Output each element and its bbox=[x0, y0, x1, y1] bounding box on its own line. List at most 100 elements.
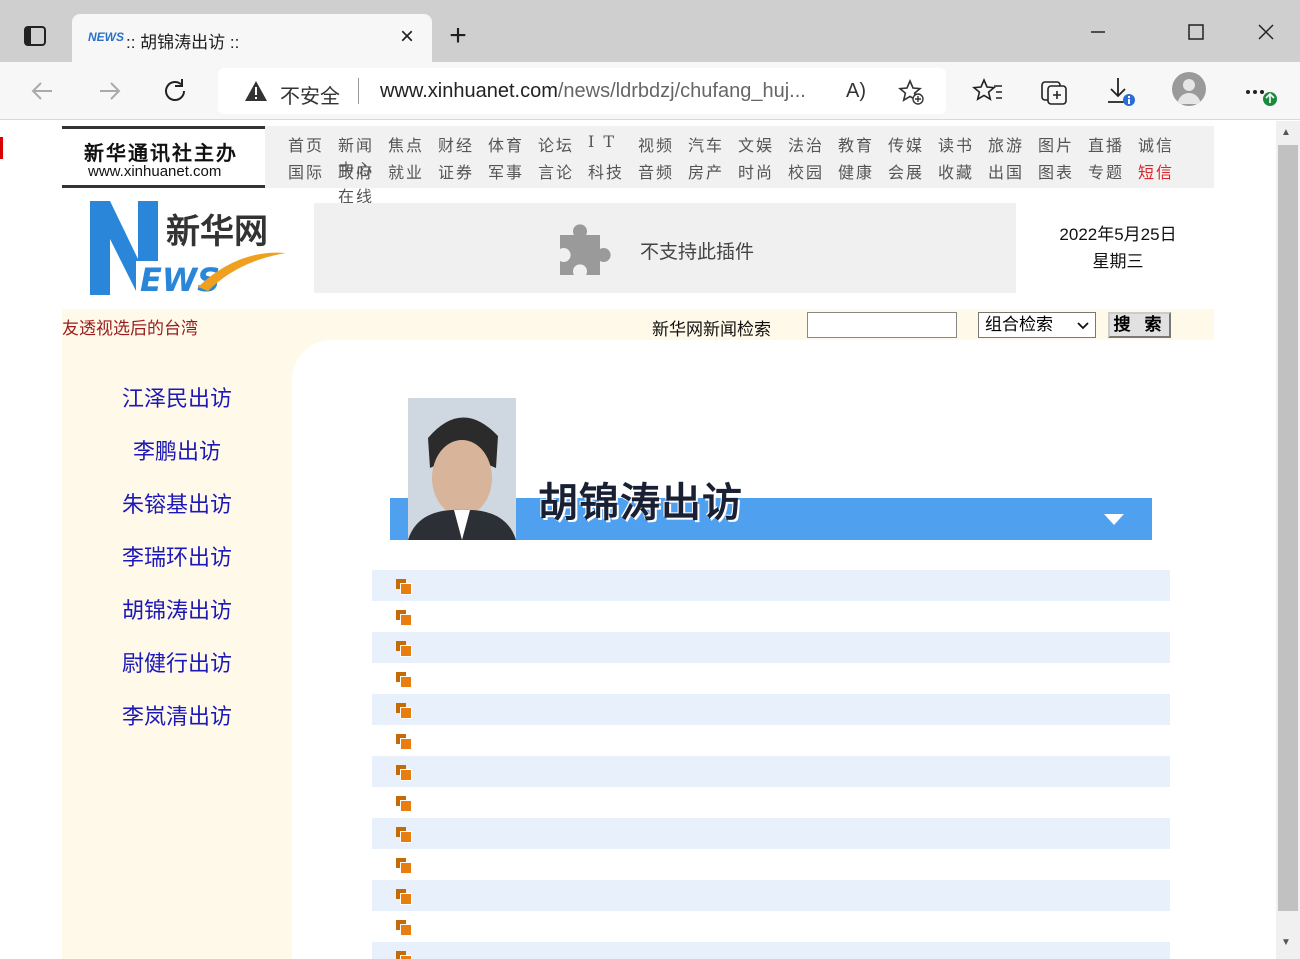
list-item[interactable] bbox=[372, 942, 1170, 959]
channel-link[interactable]: 教育 bbox=[838, 132, 888, 159]
list-item[interactable] bbox=[372, 663, 1170, 694]
list-item[interactable] bbox=[372, 601, 1170, 632]
date-text: 2022年5月25日 bbox=[1059, 225, 1177, 244]
site-header: 新华通讯社主办 www.xinhuanet.com 首页 新闻中心 焦点 财经 体育 论坛… bbox=[62, 126, 1214, 206]
channel-link[interactable]: 会展 bbox=[888, 159, 938, 186]
forward-button[interactable] bbox=[92, 74, 126, 108]
sidebar-link[interactable]: 胡锦涛出访 bbox=[62, 593, 292, 625]
channel-link[interactable]: 房产 bbox=[688, 159, 738, 186]
read-aloud-icon[interactable]: A) bbox=[846, 80, 866, 103]
list-item[interactable] bbox=[372, 849, 1170, 880]
channel-link[interactable]: 校园 bbox=[788, 159, 838, 186]
sidebar-link[interactable]: 李鹏出访 bbox=[62, 434, 292, 466]
list-item[interactable] bbox=[372, 756, 1170, 787]
sidebar-link[interactable]: 尉健行出访 bbox=[62, 646, 292, 678]
sidebar: 江泽民出访李鹏出访朱镕基出访李瑞环出访胡锦涛出访尉健行出访李岚清出访 bbox=[62, 340, 292, 959]
channel-link[interactable]: 读书 bbox=[938, 132, 988, 159]
list-item[interactable] bbox=[372, 632, 1170, 663]
search-button[interactable]: 搜 索 bbox=[1108, 312, 1171, 338]
add-favorite-icon[interactable] bbox=[898, 79, 924, 105]
channel-link[interactable]: 视频 bbox=[638, 132, 688, 159]
channel-nav-row-2: 国际 政府在线 就业 证券 军事 言论 科技 音频 房产 时尚 校园 健康 会展 收藏 出国 图表 专题 短信 bbox=[288, 159, 1188, 206]
channel-link[interactable]: 首页 bbox=[288, 132, 338, 159]
new-tab-button[interactable]: + bbox=[442, 20, 474, 52]
favorites-icon[interactable] bbox=[972, 74, 1004, 108]
collections-icon[interactable] bbox=[1038, 74, 1070, 108]
address-bar[interactable]: 不安全 www.xinhuanet.com/news/ldrbdzj/chufa… bbox=[218, 68, 946, 114]
channel-link[interactable]: 论坛 bbox=[538, 132, 588, 159]
channel-link[interactable]: I T bbox=[588, 132, 638, 159]
channel-link[interactable]: 军事 bbox=[488, 159, 538, 186]
channel-link[interactable]: 财经 bbox=[438, 132, 488, 159]
list-item[interactable] bbox=[372, 818, 1170, 849]
sidebar-link[interactable]: 朱镕基出访 bbox=[62, 487, 292, 519]
vertical-scrollbar[interactable]: ▲ ▼ bbox=[1276, 121, 1300, 959]
channel-link[interactable]: 短信 bbox=[1138, 159, 1188, 186]
channel-link[interactable]: 诚信 bbox=[1138, 132, 1188, 159]
channel-link[interactable]: 图片 bbox=[1038, 132, 1088, 159]
list-item[interactable] bbox=[372, 725, 1170, 756]
scroll-up-icon[interactable]: ▲ bbox=[1281, 127, 1291, 138]
article-list bbox=[372, 570, 1170, 959]
weekday-text: 星期三 bbox=[1092, 252, 1144, 271]
sidebar-link[interactable]: 李岚清出访 bbox=[62, 699, 292, 731]
channel-link[interactable]: 证券 bbox=[438, 159, 488, 186]
topic-banner: 胡锦涛出访 bbox=[390, 396, 1152, 540]
tab-close-button[interactable]: × bbox=[394, 22, 420, 52]
warning-icon[interactable] bbox=[244, 80, 268, 102]
channel-link[interactable]: 新闻中心 bbox=[338, 132, 388, 179]
scrollbar-thumb[interactable] bbox=[1278, 145, 1298, 911]
channel-link[interactable]: 旅游 bbox=[988, 132, 1038, 159]
list-item[interactable] bbox=[372, 787, 1170, 818]
channel-link[interactable]: 法治 bbox=[788, 132, 838, 159]
search-input[interactable] bbox=[807, 312, 957, 338]
list-item[interactable] bbox=[372, 911, 1170, 942]
sidebar-link[interactable]: 江泽民出访 bbox=[62, 381, 292, 413]
logo-line-1: 新华通讯社主办 bbox=[84, 141, 238, 165]
channel-link[interactable]: 就业 bbox=[388, 159, 438, 186]
back-button[interactable] bbox=[26, 74, 60, 108]
bullet-icon bbox=[396, 610, 412, 626]
search-mode-select[interactable]: 组合检索 bbox=[978, 312, 1096, 338]
sidebar-link[interactable]: 李瑞环出访 bbox=[62, 540, 292, 572]
banner-dropdown-icon[interactable] bbox=[1104, 514, 1124, 525]
channel-link[interactable]: 收藏 bbox=[938, 159, 988, 186]
channel-link[interactable]: 言论 bbox=[538, 159, 588, 186]
security-label[interactable]: 不安全 bbox=[280, 80, 340, 109]
channel-link[interactable]: 专题 bbox=[1088, 159, 1138, 186]
tab-actions-icon[interactable] bbox=[22, 24, 48, 48]
scroll-down-icon[interactable]: ▼ bbox=[1281, 937, 1291, 948]
channel-link[interactable]: 音频 bbox=[638, 159, 688, 186]
channel-link[interactable]: 文娱 bbox=[738, 132, 788, 159]
maximize-button[interactable] bbox=[1176, 18, 1216, 46]
channel-link[interactable]: 传媒 bbox=[888, 132, 938, 159]
bullet-icon bbox=[396, 889, 412, 905]
channel-link[interactable]: 时尚 bbox=[738, 159, 788, 186]
channel-link[interactable]: 健康 bbox=[838, 159, 888, 186]
downloads-icon[interactable] bbox=[1104, 74, 1136, 108]
browser-tab[interactable]: NEWS :: 胡锦涛出访 :: × bbox=[72, 14, 432, 62]
minimize-button[interactable] bbox=[1078, 18, 1118, 46]
news-logo[interactable]: EWS 新华网 bbox=[88, 199, 288, 297]
channel-link[interactable]: 政府在线 bbox=[338, 159, 388, 206]
channel-link[interactable]: 国际 bbox=[288, 159, 338, 186]
channel-link[interactable]: 体育 bbox=[488, 132, 538, 159]
list-item[interactable] bbox=[372, 570, 1170, 601]
xinhua-logo[interactable]: 新华通讯社主办 www.xinhuanet.com bbox=[62, 126, 265, 188]
list-item[interactable] bbox=[372, 694, 1170, 725]
url-text[interactable]: www.xinhuanet.com/news/ldrbdzj/chufang_h… bbox=[380, 80, 806, 103]
channel-link[interactable]: 图表 bbox=[1038, 159, 1088, 186]
url-host: www.xinhuanet.com bbox=[380, 80, 558, 102]
channel-link[interactable]: 直播 bbox=[1088, 132, 1138, 159]
close-window-button[interactable] bbox=[1246, 18, 1286, 46]
profile-avatar[interactable] bbox=[1172, 72, 1206, 106]
channel-link[interactable]: 汽车 bbox=[688, 132, 738, 159]
channel-link[interactable]: 出国 bbox=[988, 159, 1038, 186]
settings-more-icon[interactable] bbox=[1242, 74, 1282, 108]
channel-link[interactable]: 科技 bbox=[588, 159, 638, 186]
scrolling-headline[interactable]: 友透视选后的台湾 bbox=[62, 314, 198, 339]
url-path: /news/ldrbdzj/chufang_huj... bbox=[557, 80, 806, 102]
refresh-button[interactable] bbox=[158, 74, 192, 108]
channel-link[interactable]: 焦点 bbox=[388, 132, 438, 159]
list-item[interactable] bbox=[372, 880, 1170, 911]
